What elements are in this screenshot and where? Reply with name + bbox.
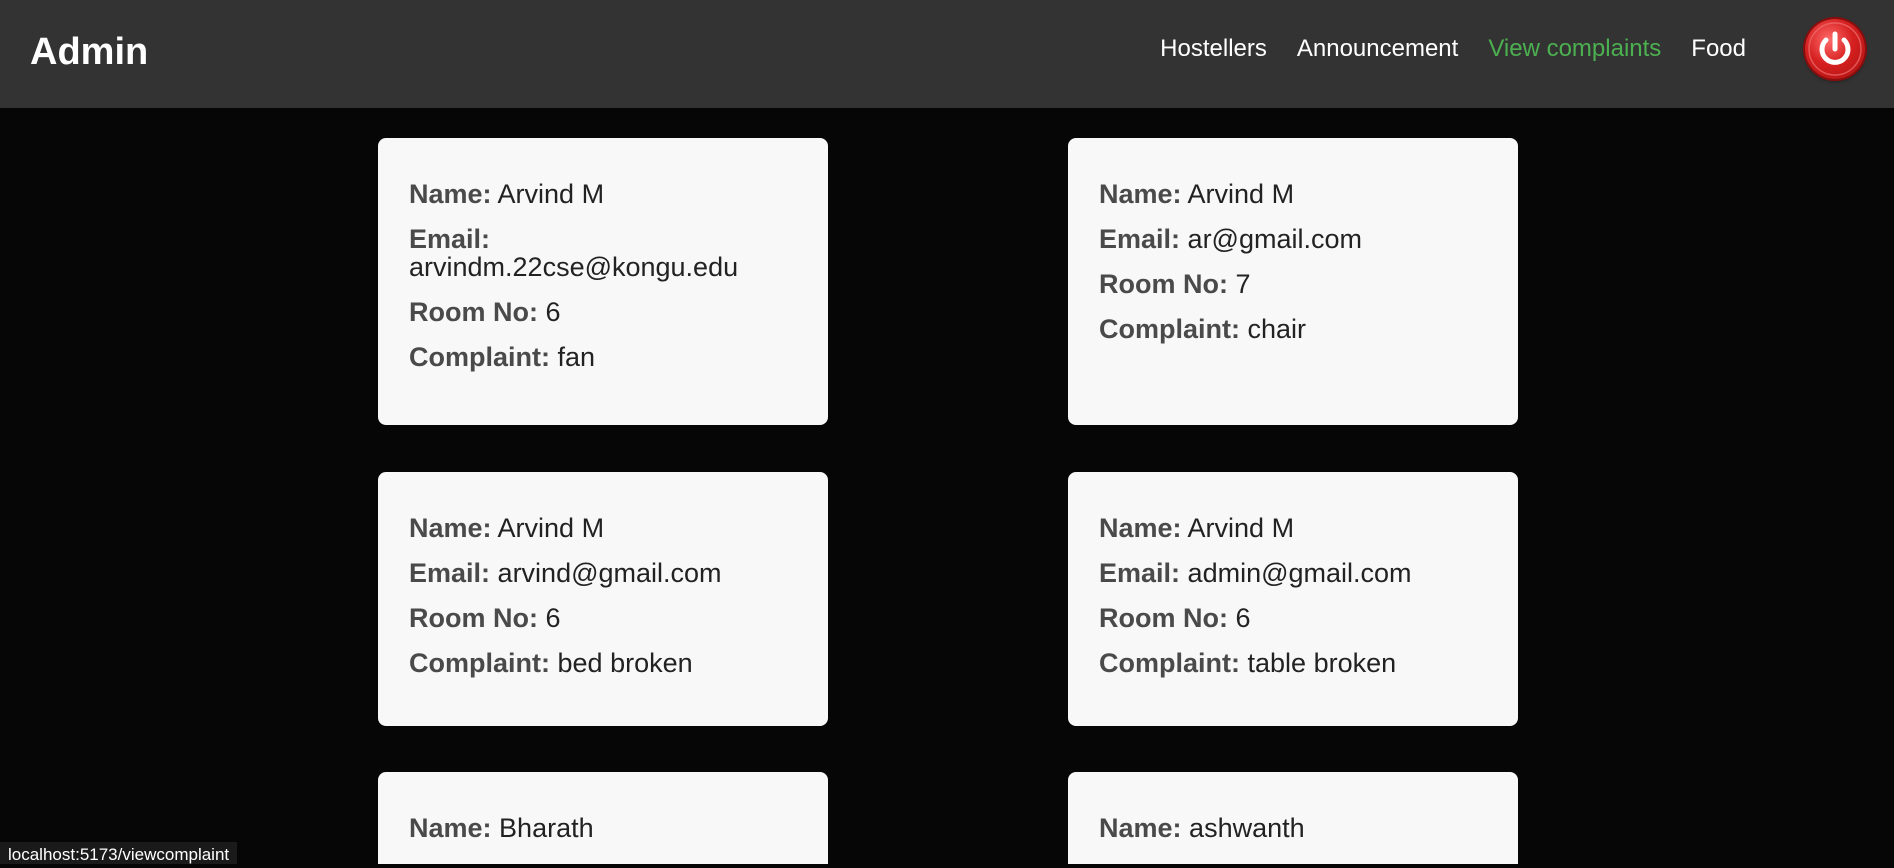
email-row: Email:arvindm.22cse@kongu.edu bbox=[409, 225, 797, 281]
email-value: admin@gmail.com bbox=[1188, 558, 1412, 588]
name-row: Name: Arvind M bbox=[409, 180, 797, 208]
room-row: Room No: 6 bbox=[1099, 604, 1487, 632]
complaint-row: Complaint: chair bbox=[1099, 315, 1487, 343]
name-label: Name: bbox=[409, 179, 492, 209]
browser-status-url: localhost:5173/viewcomplaint bbox=[0, 842, 237, 864]
name-row: Name: Bharath bbox=[409, 814, 797, 842]
email-label: Email: bbox=[409, 558, 490, 588]
name-value: Arvind M bbox=[1188, 513, 1295, 543]
complaint-card: Name: Arvind M Email: ar@gmail.com Room … bbox=[1068, 138, 1518, 425]
room-row: Room No: 7 bbox=[1099, 270, 1487, 298]
complaint-card: Name: Arvind M Email: arvind@gmail.com R… bbox=[378, 472, 828, 726]
room-value: 6 bbox=[546, 603, 561, 633]
name-label: Name: bbox=[409, 813, 492, 843]
email-row: Email: arvind@gmail.com bbox=[409, 559, 797, 587]
email-row: Email: admin@gmail.com bbox=[1099, 559, 1487, 587]
complaint-label: Complaint: bbox=[409, 648, 550, 678]
complaint-value: fan bbox=[558, 342, 596, 372]
name-value: ashwanth bbox=[1189, 813, 1305, 843]
room-label: Room No: bbox=[409, 603, 538, 633]
room-value: 7 bbox=[1236, 269, 1251, 299]
room-value: 6 bbox=[546, 297, 561, 327]
email-label: Email: bbox=[1099, 558, 1180, 588]
room-label: Room No: bbox=[1099, 269, 1228, 299]
name-value: Arvind M bbox=[498, 179, 605, 209]
complaint-value: bed broken bbox=[558, 648, 693, 678]
name-label: Name: bbox=[1099, 513, 1182, 543]
complaint-row: Complaint: table broken bbox=[1099, 649, 1487, 677]
complaint-card: Name: ashwanth bbox=[1068, 772, 1518, 864]
name-value: Arvind M bbox=[1188, 179, 1295, 209]
email-value: arvind@gmail.com bbox=[498, 558, 722, 588]
name-value: Arvind M bbox=[498, 513, 605, 543]
complaint-label: Complaint: bbox=[1099, 314, 1240, 344]
email-row: Email: ar@gmail.com bbox=[1099, 225, 1487, 253]
name-row: Name: ashwanth bbox=[1099, 814, 1487, 842]
email-label: Email: bbox=[1099, 224, 1180, 254]
room-label: Room No: bbox=[1099, 603, 1228, 633]
name-value: Bharath bbox=[499, 813, 594, 843]
complaints-grid: Name: Arvind M Email:arvindm.22cse@kongu… bbox=[0, 0, 1894, 864]
complaint-card: Name: Bharath bbox=[378, 772, 828, 864]
complaint-card: Name: Arvind M Email: admin@gmail.com Ro… bbox=[1068, 472, 1518, 726]
room-row: Room No: 6 bbox=[409, 604, 797, 632]
room-value: 6 bbox=[1236, 603, 1251, 633]
email-label: Email: bbox=[409, 224, 490, 254]
complaint-label: Complaint: bbox=[409, 342, 550, 372]
complaint-row: Complaint: fan bbox=[409, 343, 797, 371]
complaint-row: Complaint: bed broken bbox=[409, 649, 797, 677]
name-row: Name: Arvind M bbox=[1099, 180, 1487, 208]
name-row: Name: Arvind M bbox=[1099, 514, 1487, 542]
email-value: arvindm.22cse@kongu.edu bbox=[409, 252, 738, 282]
name-label: Name: bbox=[409, 513, 492, 543]
name-label: Name: bbox=[1099, 179, 1182, 209]
room-label: Room No: bbox=[409, 297, 538, 327]
complaint-label: Complaint: bbox=[1099, 648, 1240, 678]
room-row: Room No: 6 bbox=[409, 298, 797, 326]
complaint-value: table broken bbox=[1248, 648, 1397, 678]
complaint-value: chair bbox=[1248, 314, 1307, 344]
complaint-card: Name: Arvind M Email:arvindm.22cse@kongu… bbox=[378, 138, 828, 425]
email-value: ar@gmail.com bbox=[1188, 224, 1362, 254]
name-label: Name: bbox=[1099, 813, 1182, 843]
name-row: Name: Arvind M bbox=[409, 514, 797, 542]
